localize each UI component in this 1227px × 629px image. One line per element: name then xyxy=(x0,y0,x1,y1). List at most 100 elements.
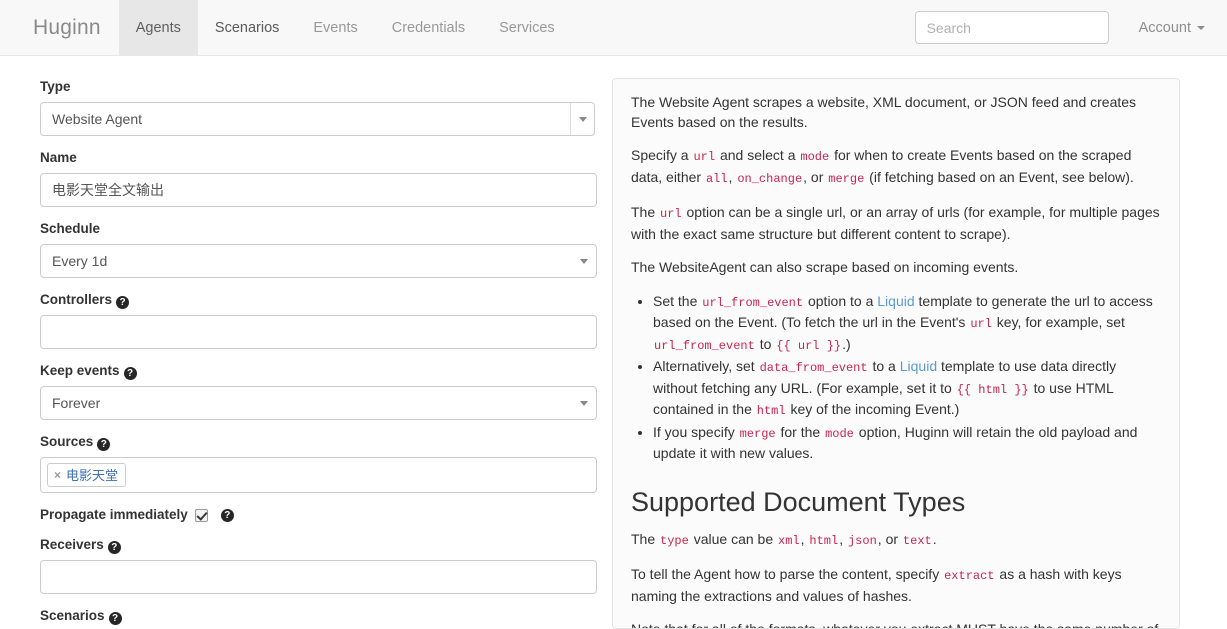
search-input[interactable] xyxy=(914,11,1109,44)
source-tag-label: 电影天堂 xyxy=(66,468,119,483)
navbar: Huginn Agents Scenarios Events Credentia… xyxy=(0,0,1227,56)
label-keep-events: Keep events? xyxy=(40,362,596,380)
code-merge: merge xyxy=(828,171,865,186)
code-html-liquid: {{ html }} xyxy=(956,382,1029,397)
label-scenarios-text: Scenarios xyxy=(40,608,105,623)
doc-paragraph-1: The Website Agent scrapes a website, XML… xyxy=(631,94,1137,130)
schedule-select[interactable]: Every 1d xyxy=(40,244,597,278)
nav-item-services[interactable]: Services xyxy=(482,0,572,55)
name-input[interactable] xyxy=(40,173,597,207)
brand-logo[interactable]: Huginn xyxy=(0,0,119,55)
propagate-checkbox[interactable] xyxy=(194,508,208,522)
code-html: html xyxy=(809,533,839,548)
field-group-controllers: Controllers? xyxy=(40,291,597,349)
liquid-link[interactable]: Liquid xyxy=(877,293,914,309)
doc-paragraph-5: The type value can be xml, html, json, o… xyxy=(631,530,1161,552)
nav-item-events[interactable]: Events xyxy=(296,0,374,55)
chevron-down-icon xyxy=(572,387,596,419)
code-on-change: on_change xyxy=(737,171,803,186)
label-schedule: Schedule xyxy=(40,221,101,236)
help-icon[interactable]: ? xyxy=(108,612,122,625)
chevron-down-icon xyxy=(570,103,594,135)
code-url: url xyxy=(970,317,992,331)
text: key of the incoming Event.) xyxy=(786,401,960,417)
documentation-column: The Website Agent scrapes a website, XML… xyxy=(612,78,1227,629)
agent-documentation-panel: The Website Agent scrapes a website, XML… xyxy=(612,78,1180,629)
help-icon[interactable]: ? xyxy=(97,438,111,451)
text: and select a xyxy=(716,147,800,163)
type-select[interactable]: Website Agent xyxy=(40,102,595,136)
remove-tag-icon[interactable]: × xyxy=(54,468,61,482)
nav-items: Agents Scenarios Events Credentials Serv… xyxy=(118,0,572,55)
text: option can be a single url, or an array … xyxy=(631,204,1160,242)
account-menu[interactable]: Account xyxy=(1139,20,1205,36)
field-group-receivers: Receivers? xyxy=(40,536,597,594)
field-group-schedule: Schedule Every 1d xyxy=(40,220,597,278)
code-merge: merge xyxy=(739,426,776,441)
label-controllers: Controllers? xyxy=(40,291,596,309)
code-data-from-event: data_from_event xyxy=(759,361,868,375)
text: , or xyxy=(877,530,902,547)
chevron-down-icon xyxy=(572,245,596,277)
keep-events-select-value: Forever xyxy=(52,395,101,411)
nav-item-credentials[interactable]: Credentials xyxy=(375,0,482,55)
label-receivers: Receivers? xyxy=(40,536,596,554)
doc-paragraph-6: To tell the Agent how to parse the conte… xyxy=(631,565,1161,606)
code-url: url xyxy=(660,207,682,221)
code-xml: xml xyxy=(778,533,800,548)
code-text: text xyxy=(902,533,932,548)
field-group-scenarios: Scenarios? xyxy=(40,607,596,625)
field-group-name: Name xyxy=(40,149,597,207)
field-group-propagate: Propagate immediately ? xyxy=(40,506,596,524)
help-icon[interactable]: ? xyxy=(220,508,234,522)
code-type: type xyxy=(660,533,689,548)
doc-paragraph-4: The WebsiteAgent can also scrape based o… xyxy=(631,259,1019,275)
text: key, for example, set xyxy=(992,314,1125,330)
label-sources-text: Sources xyxy=(40,434,94,449)
liquid-link[interactable]: Liquid xyxy=(900,358,937,374)
text: option to a xyxy=(804,292,878,309)
sources-input[interactable]: × 电影天堂 xyxy=(40,457,597,493)
type-select-value: Website Agent xyxy=(52,111,143,127)
schedule-select-value: Every 1d xyxy=(52,253,108,269)
navbar-right: Account xyxy=(914,0,1227,55)
text: Specify a xyxy=(631,147,693,163)
doc-heading: Supported Document Types xyxy=(631,486,966,517)
code-url-liquid: {{ url }} xyxy=(776,338,842,353)
help-icon[interactable]: ? xyxy=(107,541,121,554)
label-type: Type xyxy=(40,79,71,94)
source-tag[interactable]: × 电影天堂 xyxy=(47,463,127,487)
nav-item-scenarios[interactable]: Scenarios xyxy=(198,0,296,55)
doc-paragraph-2: Specify a url and select a mode for when… xyxy=(631,146,1161,189)
text: to a xyxy=(868,358,900,374)
code-url: url xyxy=(693,150,716,164)
agent-form: Type Website Agent Name Schedule Every 1… xyxy=(0,78,612,629)
doc-paragraph-3: The url option can be a single url, or a… xyxy=(631,203,1161,244)
help-icon[interactable]: ? xyxy=(123,367,137,380)
doc-paragraph-7: Note that for all of the formats, whatev… xyxy=(631,620,1161,629)
text: Note that for all of the formats, whatev… xyxy=(631,621,1159,629)
list-item: Set the url_from_event option to a Liqui… xyxy=(653,292,1161,357)
code-mode: mode xyxy=(825,426,854,441)
text: , xyxy=(839,530,847,547)
label-keep-events-text: Keep events xyxy=(40,363,120,378)
text: The xyxy=(631,530,660,547)
doc-bullet-list: Set the url_from_event option to a Liqui… xyxy=(631,292,1161,464)
text: If you specify xyxy=(653,423,739,440)
chevron-down-icon xyxy=(1197,25,1205,30)
label-sources: Sources? xyxy=(40,433,596,451)
text: Alternatively, set xyxy=(653,358,759,374)
keep-events-select[interactable]: Forever xyxy=(40,386,597,420)
label-name: Name xyxy=(40,150,77,165)
help-icon[interactable]: ? xyxy=(116,296,130,309)
code-url-from-event: url_from_event xyxy=(654,338,755,353)
controllers-input[interactable] xyxy=(40,315,597,349)
text: Set the xyxy=(653,292,702,309)
nav-item-agents[interactable]: Agents xyxy=(118,0,198,55)
text: To tell the Agent how to parse the conte… xyxy=(631,566,944,582)
text: value can be xyxy=(689,530,777,547)
label-propagate: Propagate immediately xyxy=(40,507,188,522)
account-label: Account xyxy=(1138,19,1191,36)
code-url-from-event: url_from_event xyxy=(702,295,804,310)
receivers-input[interactable] xyxy=(40,560,597,594)
